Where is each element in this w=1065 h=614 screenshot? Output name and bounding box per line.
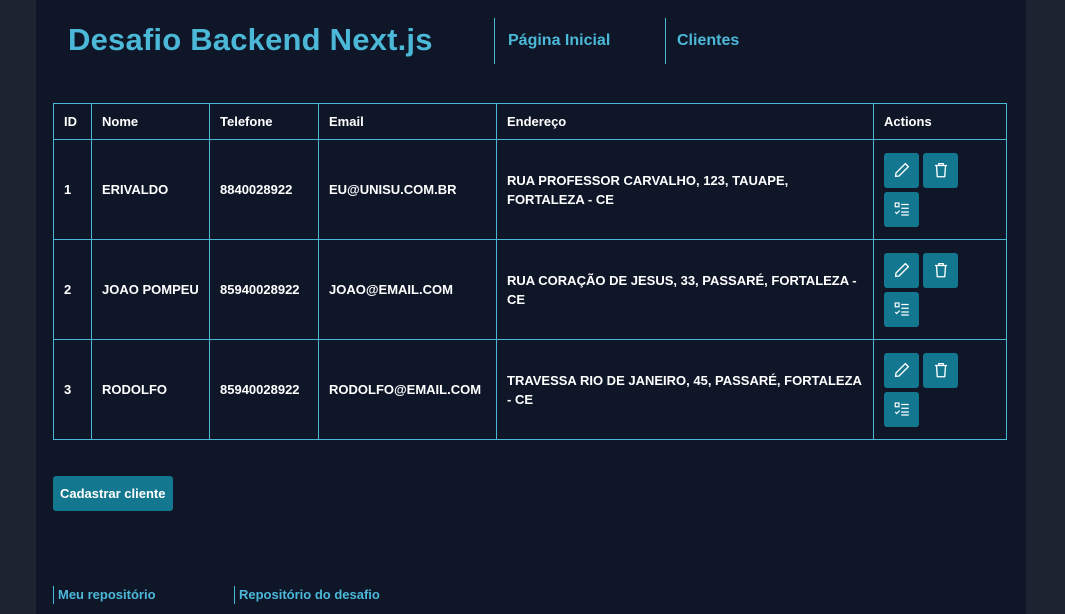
cell-endereco: TRAVESSA RIO DE JANEIRO, 45, PASSARÉ, FO…	[496, 339, 874, 440]
cell-email: EU@UNISU.COM.BR	[318, 139, 497, 240]
cell-telefone: 8840028922	[209, 139, 319, 240]
row-actions	[884, 151, 974, 229]
checklist-icon	[894, 202, 909, 216]
trash-icon	[934, 162, 947, 178]
pencil-icon	[894, 362, 909, 378]
delete-button[interactable]	[923, 252, 958, 288]
cell-id: 3	[53, 339, 92, 440]
column-header-actions: Actions	[873, 103, 1007, 140]
site-title: Desafio Backend Next.js	[68, 22, 433, 57]
cell-email: RODOLFO@EMAIL.COM	[318, 339, 497, 440]
pencil-icon	[894, 162, 909, 178]
edit-button[interactable]	[884, 352, 919, 388]
nav-link-home[interactable]: Página Inicial	[508, 32, 610, 50]
table-row: 2 JOAO POMPEU 85940028922 JOAO@EMAIL.COM…	[53, 239, 1007, 340]
cell-endereco: RUA CORAÇÃO DE JESUS, 33, PASSARÉ, FORTA…	[496, 239, 874, 340]
delete-button[interactable]	[923, 152, 958, 188]
cell-endereco: RUA PROFESSOR CARVALHO, 123, TAUAPE, FOR…	[496, 139, 874, 240]
clients-table: ID Nome Telefone Email Endereço Actions …	[53, 103, 1007, 440]
register-client-button[interactable]: Cadastrar cliente	[53, 476, 173, 511]
column-header-endereco: Endereço	[496, 103, 874, 140]
cell-id: 1	[53, 139, 92, 240]
column-header-nome: Nome	[91, 103, 210, 140]
column-header-telefone: Telefone	[209, 103, 319, 140]
column-header-email: Email	[318, 103, 497, 140]
trash-icon	[934, 262, 947, 278]
header: Desafio Backend Next.js Página Inicial C…	[36, 0, 1026, 80]
row-actions	[884, 351, 974, 429]
cell-nome: RODOLFO	[91, 339, 210, 440]
column-header-id: ID	[53, 103, 92, 140]
cell-actions	[873, 339, 1007, 440]
details-button[interactable]	[884, 191, 919, 227]
row-actions	[884, 251, 974, 329]
pencil-icon	[894, 262, 909, 278]
cell-telefone: 85940028922	[209, 239, 319, 340]
edit-button[interactable]	[884, 252, 919, 288]
table-row: 1 ERIVALDO 8840028922 EU@UNISU.COM.BR RU…	[53, 139, 1007, 240]
edit-button[interactable]	[884, 152, 919, 188]
cell-actions	[873, 139, 1007, 240]
table-header-row: ID Nome Telefone Email Endereço Actions	[53, 103, 1007, 140]
nav-separator	[665, 18, 666, 64]
cell-email: JOAO@EMAIL.COM	[318, 239, 497, 340]
cell-id: 2	[53, 239, 92, 340]
checklist-icon	[894, 302, 909, 316]
page: Desafio Backend Next.js Página Inicial C…	[36, 0, 1026, 614]
checklist-icon	[894, 402, 909, 416]
footer-link-challenge-repo[interactable]: Repositório do desafio	[234, 586, 380, 604]
table-row: 3 RODOLFO 85940028922 RODOLFO@EMAIL.COM …	[53, 339, 1007, 440]
footer-link-my-repo[interactable]: Meu repositório	[53, 586, 156, 604]
delete-button[interactable]	[923, 352, 958, 388]
details-button[interactable]	[884, 391, 919, 427]
nav-link-clients[interactable]: Clientes	[677, 32, 739, 50]
cell-actions	[873, 239, 1007, 340]
details-button[interactable]	[884, 291, 919, 327]
cell-telefone: 85940028922	[209, 339, 319, 440]
cell-nome: ERIVALDO	[91, 139, 210, 240]
cell-nome: JOAO POMPEU	[91, 239, 210, 340]
trash-icon	[934, 362, 947, 378]
nav-separator	[494, 18, 495, 64]
